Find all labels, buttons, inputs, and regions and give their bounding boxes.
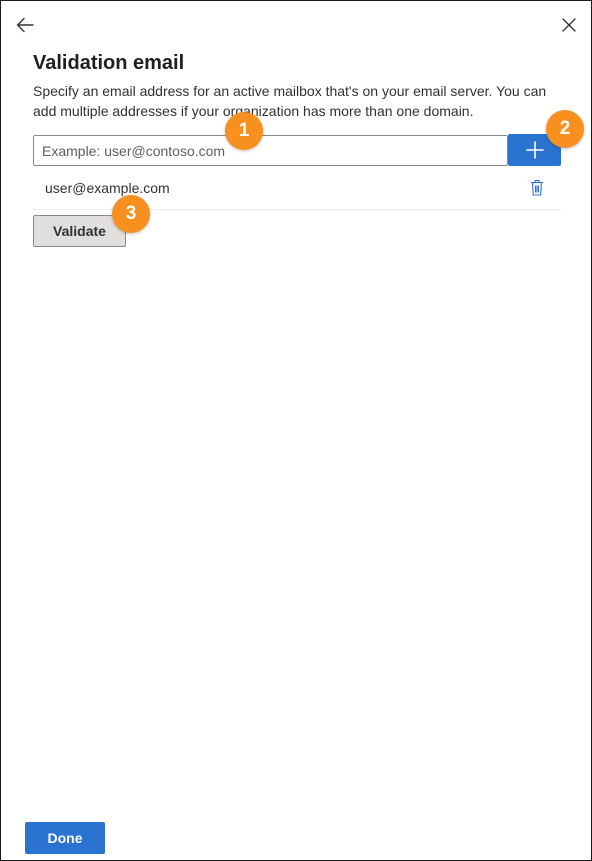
back-button[interactable] [13, 13, 37, 37]
plus-icon [525, 141, 544, 159]
close-icon [562, 18, 576, 32]
page-title: Validation email [33, 52, 185, 74]
callout-badge-2: 2 [546, 110, 584, 148]
callout-badge-1: 1 [225, 112, 263, 150]
page-description: Specify an email address for an active m… [33, 83, 547, 119]
email-address: user@example.com [45, 180, 170, 196]
validation-email-panel: Validation email Specify an email addres… [0, 0, 592, 861]
trash-icon [531, 179, 543, 196]
arrow-left-icon [16, 17, 34, 33]
callout-badge-3: 3 [112, 195, 150, 233]
close-button[interactable] [557, 13, 581, 37]
done-button[interactable]: Done [25, 822, 105, 854]
delete-email-button[interactable] [527, 177, 547, 197]
email-input[interactable] [33, 135, 508, 166]
email-list-item: user@example.com [33, 171, 561, 210]
